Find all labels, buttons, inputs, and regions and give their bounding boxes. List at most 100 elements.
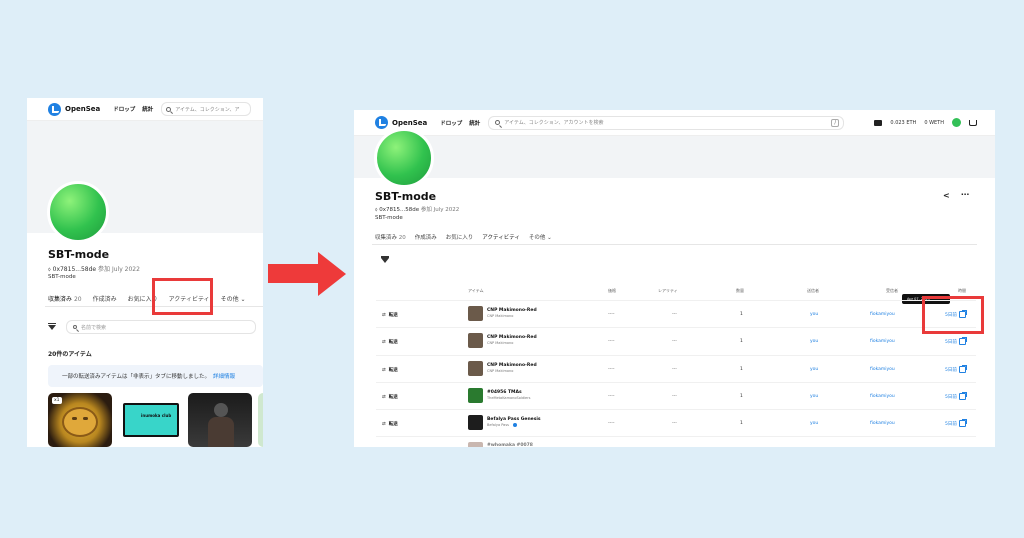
nav-account-area: 0.023 ETH 0 WETH <box>874 118 977 127</box>
search-placeholder: アイテム、コレクション、アカウントを検索 <box>504 120 604 126</box>
cart-icon[interactable] <box>969 119 977 126</box>
item-thumbnail[interactable] <box>468 361 483 376</box>
nft-card[interactable]: inumoka club <box>120 393 182 447</box>
nft-card[interactable]: x1 <box>48 393 112 447</box>
search-shortcut-key: / <box>831 118 840 127</box>
table-row[interactable]: ⇄ 転送 #04956 TMAs TheMetaKamonoSoldiers ---- -… <box>376 382 976 409</box>
rarity: --- <box>672 367 677 372</box>
from-link[interactable]: you <box>810 367 818 372</box>
item-collection[interactable]: TheMetaKamonoSoldiers <box>487 396 530 400</box>
opensea-logo-icon[interactable] <box>48 102 61 116</box>
item-thumbnail[interactable] <box>468 415 483 430</box>
rarity: --- <box>672 312 677 317</box>
brand-name[interactable]: OpenSea <box>392 119 427 127</box>
event-type: ⇄ 転送 <box>382 340 398 345</box>
from-link[interactable]: you <box>810 339 818 344</box>
table-row[interactable]: ⇄ 転送 CNP Makimono-Red CNP Makimono ---- --- 1 y… <box>376 327 976 354</box>
transfer-icon: ⇄ <box>382 340 386 345</box>
name-search-input[interactable]: 名前で検索 <box>66 320 256 334</box>
nft-card[interactable] <box>258 393 263 447</box>
price: ---- <box>608 367 615 372</box>
item-thumbnail[interactable] <box>468 306 483 321</box>
table-row[interactable]: ⇄ 転送 CNP Makimono-Red CNP Makimono ---- --- 1 y… <box>376 355 976 382</box>
table-row[interactable]: #whomaka #0078 <box>376 436 976 447</box>
item-name[interactable]: CNP Makimono-Red <box>487 363 537 368</box>
arrow-icon <box>318 252 346 296</box>
nft-card[interactable] <box>188 393 252 447</box>
external-link-icon[interactable] <box>959 337 967 345</box>
item-thumbnail[interactable] <box>468 442 483 447</box>
ethereum-icon: ⬨ <box>48 266 51 273</box>
external-link-icon[interactable] <box>959 392 967 400</box>
item-name[interactable]: #04956 TMAs <box>487 390 522 395</box>
eth-balance[interactable]: 0.023 ETH <box>890 120 916 126</box>
filter-icon[interactable] <box>48 322 56 330</box>
profile-banner <box>354 136 995 178</box>
item-collection[interactable]: Befalya Pass <box>487 423 509 427</box>
rarity: --- <box>672 339 677 344</box>
opensea-logo-icon[interactable] <box>375 116 388 129</box>
time-link[interactable]: 5日前 <box>945 339 957 345</box>
nft-image <box>214 403 228 417</box>
table-row[interactable]: ⇄ 転送 Befalya Pass Genesis Befalya Pass ---- -… <box>376 409 976 436</box>
item-collection[interactable]: CNP Makimono <box>487 369 513 373</box>
quantity: 1 <box>740 367 743 372</box>
nav-drops-link[interactable]: ドロップ <box>440 119 462 127</box>
item-thumbnail[interactable] <box>468 333 483 348</box>
time-link[interactable]: 5日前 <box>945 421 957 427</box>
item-count: 20件のアイテム <box>48 351 92 358</box>
quantity: 1 <box>740 421 743 426</box>
search-icon <box>166 106 172 112</box>
arrow-shaft <box>268 264 320 283</box>
item-name[interactable]: CNP Makimono-Red <box>487 308 537 313</box>
more-options-icon[interactable]: ⋯ <box>961 190 969 199</box>
share-icon[interactable]: < <box>943 191 950 200</box>
profile-name: SBT-mode <box>48 248 110 261</box>
header-quantity: 数量 <box>736 288 744 293</box>
to-link[interactable]: fiokamiyou <box>870 394 895 399</box>
item-collection[interactable]: CNP Makimono <box>487 314 513 318</box>
global-search-input[interactable]: アイテム、コレクション、アカウントを検索 / <box>488 115 845 130</box>
time-link[interactable]: 5日前 <box>945 394 957 400</box>
filter-icon[interactable] <box>381 258 389 282</box>
nav-drops-link[interactable]: ドロップ <box>113 105 135 113</box>
wallet-icon[interactable] <box>874 119 883 126</box>
item-collection[interactable]: CNP Makimono <box>487 341 513 345</box>
to-link[interactable]: fiokamiyou <box>870 339 895 344</box>
profile-bio: SBT-mode <box>375 215 403 221</box>
account-avatar-icon[interactable] <box>952 118 961 127</box>
item-name[interactable]: #whomaka #0078 <box>487 443 533 447</box>
item-thumbnail[interactable] <box>468 388 483 403</box>
external-link-icon[interactable] <box>959 419 967 427</box>
from-link[interactable]: you <box>810 394 818 399</box>
quantity-badge: x1 <box>52 397 62 404</box>
name-search-placeholder: 名前で検索 <box>81 324 107 331</box>
to-link[interactable]: fiokamiyou <box>870 421 895 426</box>
top-nav: OpenSea ドロップ 統計 アイテム、コレクション、ア <box>27 98 263 121</box>
table-row[interactable]: ⇄ 転送 CNP Makimono-Red CNP Makimono ---- --- 1 y… <box>376 300 976 327</box>
external-link-icon[interactable] <box>959 365 967 373</box>
header-from: 送信者 <box>807 288 819 293</box>
filter-toggle[interactable] <box>381 258 389 282</box>
header-price: 価格 <box>608 288 616 293</box>
transfer-icon: ⇄ <box>382 368 386 373</box>
profile-address-line: ⬨ 0x7815...58de 参加 July 2022 <box>48 264 140 274</box>
to-link[interactable]: fiokamiyou <box>870 312 895 317</box>
item-name[interactable]: Befalya Pass Genesis <box>487 417 541 422</box>
nav-stats-link[interactable]: 統計 <box>469 119 480 127</box>
item-name[interactable]: CNP Makimono-Red <box>487 335 537 340</box>
wallet-address[interactable]: 0x7815...58de <box>379 207 419 213</box>
nav-stats-link[interactable]: 統計 <box>142 105 153 113</box>
to-link[interactable]: fiokamiyou <box>870 367 895 372</box>
brand-name[interactable]: OpenSea <box>65 105 100 113</box>
wallet-address[interactable]: 0x7815...58de <box>53 266 97 273</box>
weth-balance[interactable]: 0 WETH <box>924 120 944 126</box>
global-search-input[interactable]: アイテム、コレクション、ア <box>161 102 252 116</box>
from-link[interactable]: you <box>810 421 818 426</box>
from-link[interactable]: you <box>810 312 818 317</box>
time-link[interactable]: 5日前 <box>945 367 957 373</box>
search-placeholder: アイテム、コレクション、ア <box>175 106 240 113</box>
notice-learn-more-link[interactable]: 詳細情報 <box>213 372 235 380</box>
event-type: ⇄ 転送 <box>382 313 398 318</box>
left-screenshot-panel: OpenSea ドロップ 統計 アイテム、コレクション、ア SBT-mode ⬨… <box>27 98 263 447</box>
